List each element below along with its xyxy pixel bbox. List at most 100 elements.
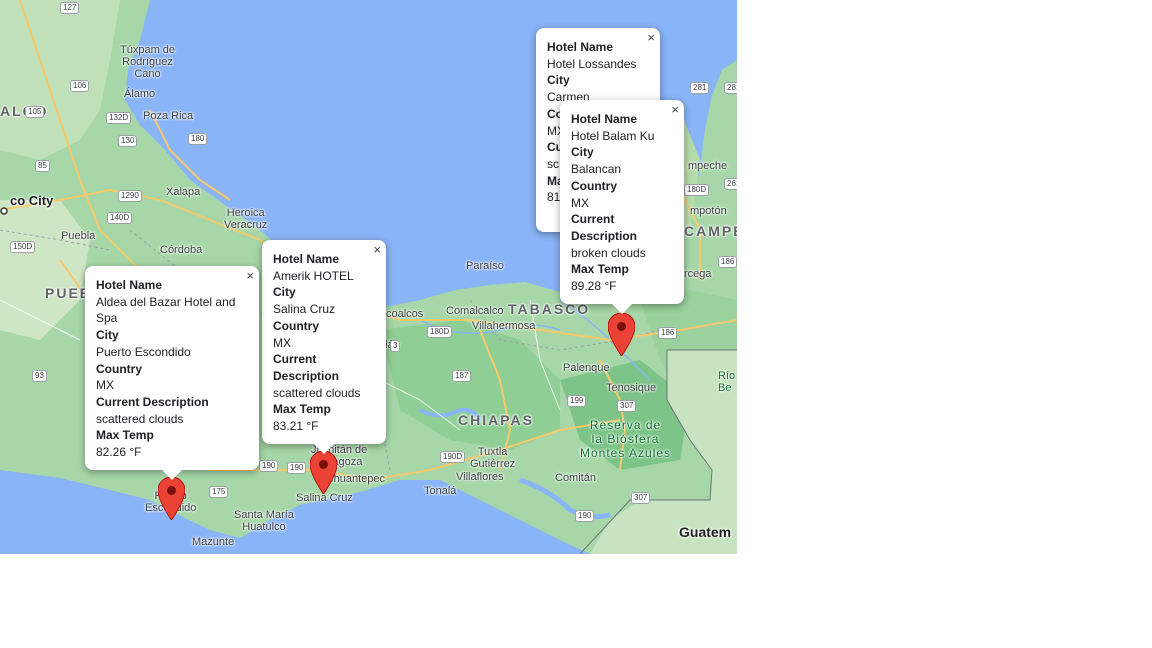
info-window-tail — [612, 304, 632, 314]
description-value: broken clouds — [571, 245, 646, 260]
road-shield: 199 — [567, 395, 587, 407]
label-mazunte: Mazunte — [192, 536, 235, 548]
max-temp-value: 82.26 °F — [96, 445, 142, 460]
hotel-name-label: Hotel Name — [547, 40, 614, 54]
hotel-name-label: Hotel Name — [96, 278, 163, 292]
map-view[interactable]: Túxpam de Rodríguez Cano Álamo Poza Rica… — [0, 0, 737, 554]
road-shield: 186 — [658, 327, 678, 339]
city-label: City — [547, 73, 570, 88]
hotel-name-label: Hotel Name — [571, 112, 638, 126]
road-shield: 175 — [209, 486, 229, 498]
road-shield: 187 — [452, 370, 472, 382]
hotel-name-value: Hotel Lossandes — [547, 56, 637, 71]
hotel-name-value: Hotel Balam Ku — [571, 128, 655, 143]
info-window-tail — [162, 470, 182, 480]
label-champoton: mpotón — [690, 205, 727, 217]
label-rio-bec: Río Be — [718, 370, 736, 394]
info-window-tail — [314, 444, 334, 454]
description-label: Current Description — [571, 212, 638, 243]
label-tuxpam: Túxpam de Rodríguez Cano — [120, 44, 176, 80]
label-escarcega: rcega — [684, 268, 712, 280]
label-guatemala: Guatem — [679, 524, 732, 540]
label-santa-maria-huatulco: Santa María Huatulco — [234, 509, 294, 533]
city-value: Balancan — [571, 162, 622, 177]
city-label: City — [571, 145, 594, 160]
road-shield: 1290 — [118, 190, 142, 202]
label-villahermosa: Villahermosa — [472, 320, 536, 332]
description-value: scattered clouds — [96, 411, 184, 426]
country-label: Country — [96, 361, 142, 376]
label-campeche: mpeche — [688, 160, 728, 172]
close-icon[interactable]: × — [246, 269, 254, 283]
road-shield: 93 — [32, 370, 47, 382]
hotel-name-label: Hotel Name — [273, 252, 340, 266]
country-value: MX — [273, 335, 291, 350]
city-label: City — [273, 285, 296, 300]
road-shield: 261 — [724, 178, 737, 190]
road-shield: 105 — [25, 106, 45, 118]
country-value: MX — [96, 378, 114, 393]
road-shield: 190D — [440, 451, 466, 463]
road-shield: 150D — [10, 241, 36, 253]
label-alamo: Álamo — [124, 88, 156, 100]
map-marker-puerto-escondido[interactable] — [158, 477, 185, 520]
description-value: scattered clouds — [273, 385, 361, 400]
label-tenosique: Tenosique — [606, 382, 657, 394]
hotel-name-value: Amerik HOTEL — [273, 268, 354, 283]
country-value: MX — [571, 195, 589, 210]
road-shield: 180D — [427, 326, 453, 338]
road-shield: 127 — [60, 2, 80, 14]
hotel-name-value: Aldea del Bazar Hotel and Spa — [96, 294, 236, 326]
info-window-balam-ku: × Hotel Name Hotel Balam Ku City Balanca… — [560, 100, 684, 314]
road-shield: 132D — [106, 112, 132, 124]
close-icon[interactable]: × — [671, 103, 679, 117]
label-mexico-city: co City — [10, 193, 54, 208]
road-shield: 180 — [188, 133, 208, 145]
road-shield: 130 — [118, 135, 138, 147]
label-reserva-montes-azules: Reserva de la Biósfera Montes Azules — [580, 418, 672, 460]
road-shield: 3 — [390, 340, 401, 352]
label-heroica-veracruz: Heroica Veracruz — [224, 207, 268, 231]
label-paraiso: Paraíso — [466, 260, 504, 272]
road-shield: 85 — [35, 160, 50, 172]
road-shield: 106 — [70, 80, 90, 92]
label-xalapa: Xalapa — [166, 186, 201, 198]
label-tonala: Tonalá — [424, 485, 457, 497]
road-shield: 307 — [617, 400, 637, 412]
max-temp-value: 83.21 °F — [273, 419, 319, 434]
road-shield: 281 — [690, 82, 710, 94]
label-comitan: Comitán — [555, 472, 596, 484]
label-tuxtla: Tuxtla Gutiérrez — [470, 446, 516, 470]
max-temp-value: 89.28 °F — [571, 279, 617, 294]
road-shield: 307 — [631, 492, 651, 504]
close-icon[interactable]: × — [373, 243, 381, 257]
label-villaflores: Villaflores — [456, 471, 504, 483]
label-coatzacoalcos: coalcos — [386, 308, 424, 320]
map-marker-salina-cruz[interactable] — [310, 451, 337, 494]
road-shield: 140D — [107, 212, 133, 224]
city-value: Salina Cruz — [273, 302, 336, 317]
label-poza-rica: Poza Rica — [143, 110, 194, 122]
map-marker-balancan[interactable] — [608, 313, 635, 356]
city-label: City — [96, 328, 119, 343]
description-label: Current Description — [273, 352, 340, 383]
label-cordoba: Córdoba — [160, 244, 203, 256]
road-shield: 186 — [718, 256, 737, 268]
city-value: Puerto Escondido — [96, 344, 191, 359]
label-puebla: Puebla — [61, 230, 96, 242]
label-comalcalco: Comalcalco — [446, 305, 504, 317]
max-temp-label: Max Temp — [96, 428, 154, 443]
road-shield: 190 — [259, 460, 279, 472]
road-shield: 281 — [724, 82, 737, 94]
road-shield: 180D — [684, 184, 710, 196]
label-chiapas-state: CHIAPAS — [458, 412, 534, 428]
close-icon[interactable]: × — [647, 31, 655, 45]
info-window-amerik: × Hotel Name Amerik HOTEL City Salina Cr… — [262, 240, 386, 454]
country-label: Country — [273, 318, 319, 333]
label-campeche-state: CAMPE — [684, 223, 737, 239]
description-label: Current Description — [96, 394, 209, 409]
road-shield: 190 — [575, 510, 595, 522]
max-temp-label: Max Temp — [571, 262, 629, 277]
country-label: Country — [571, 178, 617, 193]
road-shield: 190 — [287, 462, 307, 474]
